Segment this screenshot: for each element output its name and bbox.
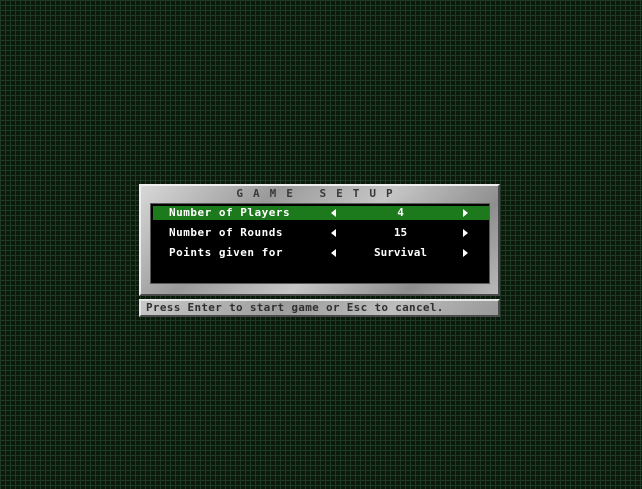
right-arrow-icon[interactable]: [463, 229, 468, 237]
option-value: Survival: [374, 246, 427, 259]
left-arrow-icon[interactable]: [331, 249, 336, 257]
game-background: GAME SETUP Number of Players 4 Number of…: [0, 0, 642, 489]
left-arrow-icon[interactable]: [331, 229, 336, 237]
option-value: 4: [397, 206, 404, 219]
dialog-title: GAME SETUP: [236, 187, 403, 200]
status-bar: Press Enter to start game or Esc to canc…: [139, 299, 500, 317]
right-arrow-icon[interactable]: [463, 209, 468, 217]
option-points-given-for[interactable]: Points given for Survival: [153, 246, 489, 260]
option-number-of-players[interactable]: Number of Players 4: [153, 206, 489, 220]
option-value: 15: [393, 226, 408, 239]
option-label: Number of Players: [169, 206, 291, 219]
option-label: Number of Rounds: [169, 226, 283, 239]
option-number-of-rounds[interactable]: Number of Rounds 15: [153, 226, 489, 240]
right-arrow-icon[interactable]: [463, 249, 468, 257]
option-label: Points given for: [169, 246, 283, 259]
left-arrow-icon[interactable]: [331, 209, 336, 217]
game-setup-dialog: GAME SETUP Number of Players 4 Number of…: [139, 184, 500, 296]
options-panel: Number of Players 4 Number of Rounds 15 …: [150, 203, 490, 284]
